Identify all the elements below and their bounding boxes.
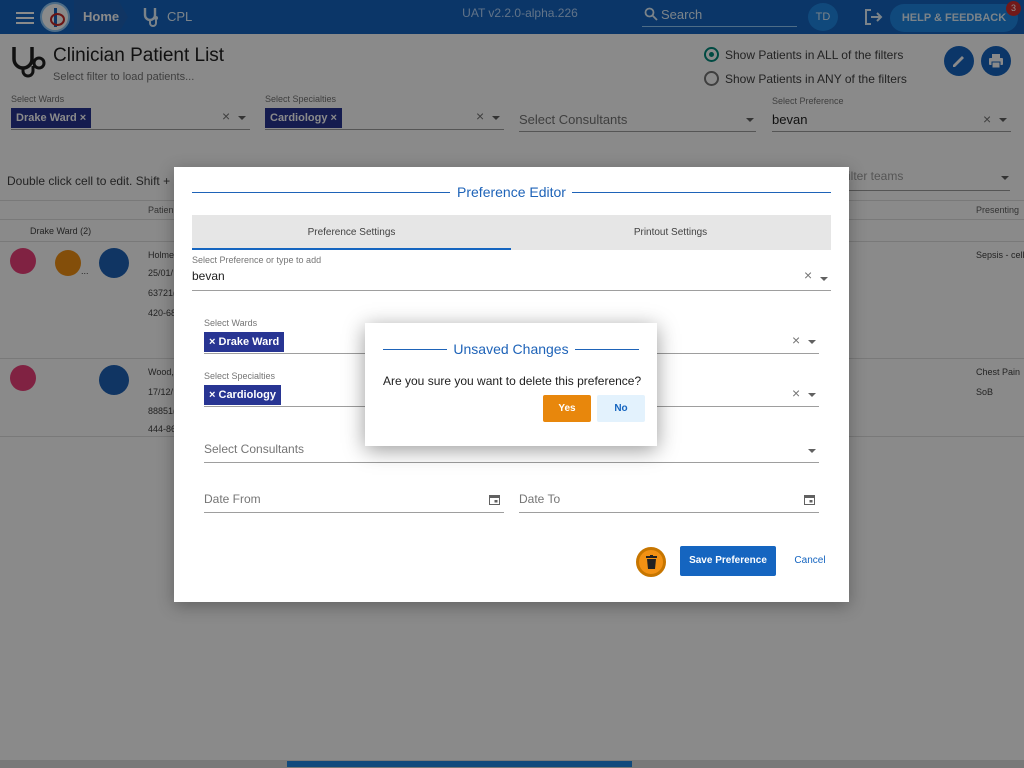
preference-name-value: bevan <box>192 269 225 283</box>
ward-chip[interactable]: × Drake Ward <box>204 332 285 352</box>
save-preference-button[interactable]: Save Preference <box>680 546 776 576</box>
close-icon[interactable]: × <box>792 385 800 401</box>
yes-button[interactable]: Yes <box>543 395 591 422</box>
no-button[interactable]: No <box>597 395 645 422</box>
specialty-chip-label: Cardiology <box>218 389 276 401</box>
editor-consultants-placeholder: Select Consultants <box>204 442 305 456</box>
editor-tabs: Preference Settings Printout Settings <box>192 215 831 250</box>
date-to-placeholder: Date To <box>519 492 561 506</box>
tab-preference-settings[interactable]: Preference Settings <box>192 215 511 250</box>
dialog-message: Are you sure you want to delete this pre… <box>383 374 642 388</box>
ward-chip-label: Drake Ward <box>218 336 280 348</box>
close-icon[interactable]: × <box>804 267 812 283</box>
close-icon[interactable]: × <box>209 336 215 348</box>
chevron-down-icon[interactable] <box>808 340 816 344</box>
calendar-icon[interactable] <box>804 494 815 505</box>
editor-title: Preference Editor <box>457 184 566 200</box>
date-to-field[interactable]: Date To <box>519 477 819 513</box>
specialty-chip[interactable]: × Cardiology <box>204 385 281 405</box>
close-icon[interactable]: × <box>209 389 215 401</box>
preference-name-label: Select Preference or type to add <box>192 255 322 265</box>
trash-icon <box>646 555 657 569</box>
chevron-down-icon[interactable] <box>808 393 816 397</box>
calendar-icon[interactable] <box>489 494 500 505</box>
delete-preference-button[interactable] <box>636 547 666 577</box>
chevron-down-icon[interactable] <box>808 449 816 453</box>
date-from-placeholder: Date From <box>204 492 261 506</box>
preference-name-field[interactable]: Select Preference or type to add bevan × <box>192 255 831 291</box>
dialog-title: Unsaved Changes <box>453 341 569 357</box>
close-icon[interactable]: × <box>792 332 800 348</box>
tab-printout-settings[interactable]: Printout Settings <box>511 215 830 250</box>
unsaved-changes-dialog: Unsaved Changes Are you sure you want to… <box>365 323 657 446</box>
cancel-button[interactable]: Cancel <box>788 546 832 576</box>
editor-specialties-label: Select Specialties <box>204 371 276 381</box>
date-from-field[interactable]: Date From <box>204 477 504 513</box>
chevron-down-icon[interactable] <box>820 277 828 281</box>
editor-wards-label: Select Wards <box>204 318 258 328</box>
